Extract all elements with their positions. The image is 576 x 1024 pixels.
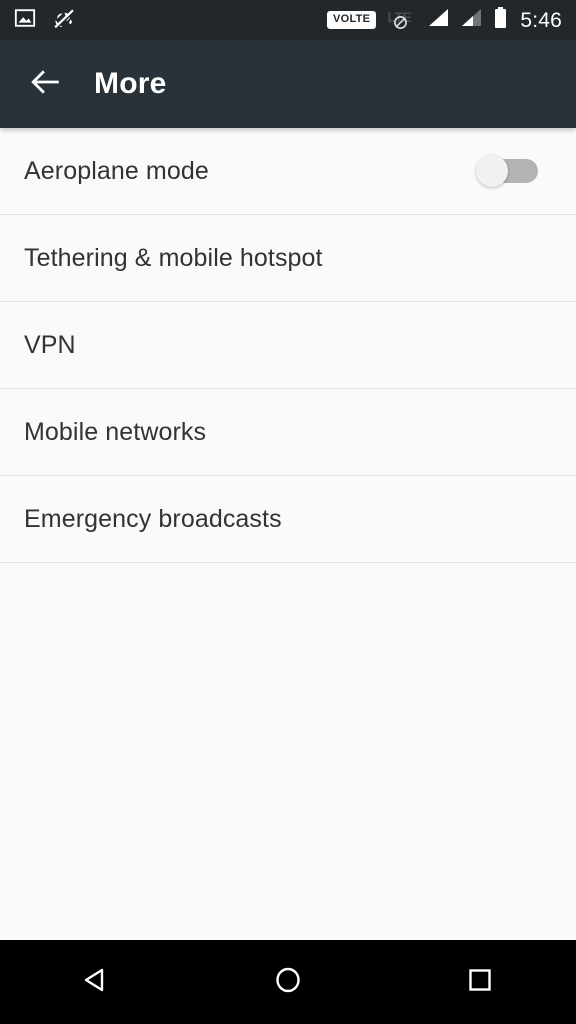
signal-sim1-icon	[428, 8, 450, 33]
list-item-mobile-networks[interactable]: Mobile networks	[0, 389, 576, 476]
list-item-label: Mobile networks	[24, 417, 207, 446]
list-item-emergency-broadcasts[interactable]: Emergency broadcasts	[0, 476, 576, 563]
app-bar: More	[0, 40, 576, 128]
list-item-label: Emergency broadcasts	[24, 504, 282, 533]
vibrate-off-icon	[52, 6, 76, 35]
list-item-tethering-mobile-hotspot[interactable]: Tethering & mobile hotspot	[0, 215, 576, 302]
status-bar-clock: 5:46	[520, 8, 562, 32]
list-item-aeroplane-mode[interactable]: Aeroplane mode	[0, 128, 576, 215]
settings-content: Aeroplane mode Tethering & mobile hotspo…	[0, 128, 576, 940]
list-item-vpn[interactable]: VPN	[0, 302, 576, 389]
list-item-label: Tethering & mobile hotspot	[24, 243, 323, 272]
page-title: More	[94, 67, 167, 100]
no-data-slash-icon	[393, 15, 408, 35]
navigation-bar	[0, 940, 576, 1024]
back-button[interactable]	[24, 62, 68, 106]
photo-icon	[14, 7, 36, 34]
nav-back-button[interactable]	[48, 940, 144, 1024]
nav-recents-button[interactable]	[432, 940, 528, 1024]
square-recents-icon	[463, 963, 497, 1002]
status-bar-right-icons: VOLTE LTE 5:46	[326, 6, 562, 34]
aeroplane-mode-toggle[interactable]	[476, 155, 538, 187]
status-bar-left-icons	[14, 6, 76, 35]
circle-home-icon	[271, 963, 305, 1002]
nav-home-button[interactable]	[240, 940, 336, 1024]
battery-full-icon	[494, 6, 507, 34]
list-item-label: Aeroplane mode	[24, 156, 209, 185]
toggle-thumb	[476, 155, 508, 187]
lte-no-data-icon: LTE	[387, 9, 417, 31]
status-bar: VOLTE LTE 5:46	[0, 0, 576, 40]
settings-list: Aeroplane mode Tethering & mobile hotspo…	[0, 128, 576, 563]
signal-sim2-icon	[461, 8, 483, 33]
list-item-label: VPN	[24, 330, 76, 359]
volte-badge: VOLTE	[326, 11, 377, 29]
triangle-back-icon	[79, 963, 113, 1002]
phone-screen: VOLTE LTE 5:46 More Aeroplane mode Tethe…	[0, 0, 576, 1024]
arrow-back-icon	[29, 65, 63, 104]
